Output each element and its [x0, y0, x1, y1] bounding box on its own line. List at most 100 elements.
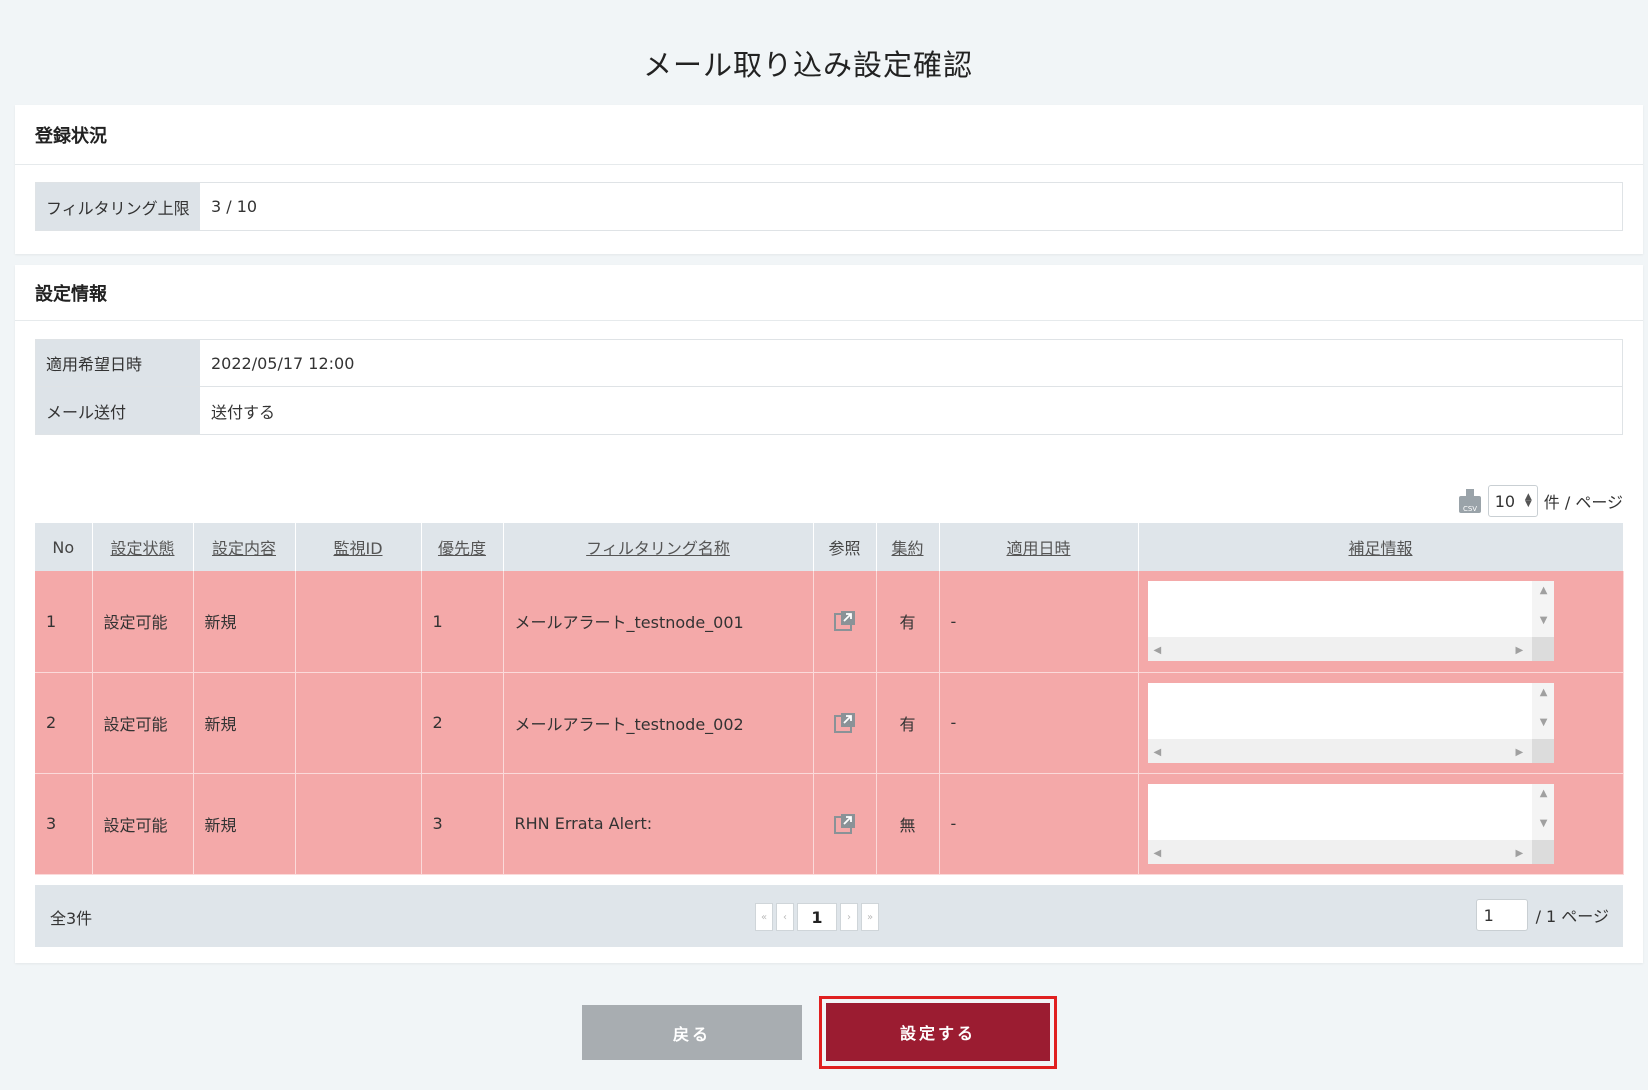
cell-aggregate: 有	[876, 571, 940, 673]
cell-content: 新規	[193, 773, 296, 875]
horizontal-scrollbar[interactable]	[1147, 637, 1532, 662]
cell-note: ▲ ▼ ◀ ▶	[1138, 672, 1624, 774]
open-reference-icon[interactable]	[833, 812, 857, 836]
scroll-up-icon[interactable]: ▲	[1540, 687, 1548, 698]
back-button[interactable]: 戻る	[582, 1005, 802, 1060]
scroll-left-icon[interactable]: ◀	[1154, 747, 1162, 758]
per-page-select[interactable]: 10 ▲ ▼	[1487, 485, 1538, 517]
apply-date-label: 適用希望日時	[36, 340, 200, 386]
table-row: 2 設定可能 新規 2 メールアラート_testnode_002 有 - ▲ ▼…	[35, 672, 1624, 774]
cell-reference	[813, 672, 877, 774]
svg-text:CSV: CSV	[1463, 505, 1477, 513]
scroll-left-icon[interactable]: ◀	[1154, 848, 1162, 859]
kv-row: 適用希望日時 2022/05/17 12:00	[36, 340, 1622, 387]
open-reference-icon[interactable]	[833, 609, 857, 633]
page-total-label: / 1 ページ	[1535, 907, 1609, 926]
scroll-up-icon[interactable]: ▲	[1540, 585, 1548, 596]
col-note-sort[interactable]: 補足情報	[1138, 523, 1624, 571]
settings-grid: No 設定状態 設定内容 監視ID 優先度 フィルタリング名称 参照 集約 適用…	[35, 523, 1624, 875]
cell-note: ▲ ▼ ◀ ▶	[1138, 773, 1624, 875]
current-page[interactable]: 1	[797, 903, 837, 931]
note-textarea[interactable]: ▲ ▼ ◀ ▶	[1147, 783, 1554, 864]
mail-send-value: 送付する	[211, 402, 276, 422]
page-title: メール取り込み設定確認	[642, 48, 973, 82]
cell-apply-date: -	[939, 672, 1139, 774]
scroll-right-icon[interactable]: ▶	[1516, 848, 1524, 859]
mail-send-label: メール送付	[36, 387, 200, 434]
cell-monitor-id	[295, 571, 422, 673]
cell-no: 1	[35, 571, 93, 673]
kv-row: フィルタリング上限 3 / 10	[36, 183, 1622, 230]
cell-content: 新規	[193, 672, 296, 774]
scroll-down-icon[interactable]: ▼	[1540, 717, 1548, 728]
first-page-icon[interactable]: «	[755, 903, 773, 931]
cell-monitor-id	[295, 773, 422, 875]
cell-priority: 3	[421, 773, 504, 875]
cell-filter-name: メールアラート_testnode_002	[503, 672, 814, 774]
col-reference: 参照	[813, 523, 877, 571]
col-no: No	[35, 523, 93, 571]
open-reference-icon[interactable]	[833, 711, 857, 735]
pager-bar: 全3件 « ‹ 1 › » 1 / 1 ページ	[35, 885, 1623, 947]
col-apply-date-sort[interactable]: 適用日時	[939, 523, 1139, 571]
cell-priority: 1	[421, 571, 504, 673]
scroll-left-icon[interactable]: ◀	[1154, 645, 1162, 656]
submit-button[interactable]: 設定する	[826, 1003, 1050, 1061]
kv-row: メール送付 送付する	[36, 387, 1622, 434]
cell-filter-name: RHN Errata Alert:	[503, 773, 814, 875]
grid-header-row: No 設定状態 設定内容 監視ID 優先度 フィルタリング名称 参照 集約 適用…	[35, 523, 1624, 571]
scroll-up-icon[interactable]: ▲	[1540, 788, 1548, 799]
horizontal-scrollbar[interactable]	[1147, 738, 1532, 763]
csv-download-icon[interactable]: CSV	[1458, 488, 1482, 514]
next-page-icon[interactable]: ›	[840, 903, 858, 931]
scroll-corner	[1531, 637, 1554, 662]
scroll-down-icon[interactable]: ▼	[1540, 818, 1548, 829]
cell-aggregate: 無	[876, 773, 940, 875]
select-arrows-icon: ▲ ▼	[1524, 492, 1532, 509]
last-page-icon[interactable]: »	[861, 903, 879, 931]
cell-monitor-id	[295, 672, 422, 774]
apply-date-value: 2022/05/17 12:00	[211, 353, 355, 373]
cell-status: 設定可能	[92, 672, 194, 774]
table-row: 3 設定可能 新規 3 RHN Errata Alert: 無 - ▲ ▼ ◀ …	[35, 773, 1624, 875]
cell-filter-name: メールアラート_testnode_001	[503, 571, 814, 673]
table-toolbar: CSV 10 ▲ ▼ 件 / ページ	[1458, 485, 1623, 517]
pagination: « ‹ 1 › »	[755, 903, 879, 931]
cell-reference	[813, 571, 877, 673]
cell-priority: 2	[421, 672, 504, 774]
filter-limit-label: フィルタリング上限	[36, 183, 200, 230]
col-priority-sort[interactable]: 優先度	[421, 523, 504, 571]
scroll-right-icon[interactable]: ▶	[1516, 747, 1524, 758]
cell-aggregate: 有	[876, 672, 940, 774]
col-aggregate-sort[interactable]: 集約	[876, 523, 940, 571]
cell-reference	[813, 773, 877, 875]
horizontal-scrollbar[interactable]	[1147, 839, 1532, 864]
col-status-sort[interactable]: 設定状態	[92, 523, 194, 571]
settings-info-card: 設定情報 適用希望日時 2022/05/17 12:00 メール送付 送付する …	[15, 265, 1643, 963]
cell-no: 3	[35, 773, 93, 875]
settings-heading: 設定情報	[15, 265, 1643, 321]
cell-status: 設定可能	[92, 773, 194, 875]
col-monitor-id-sort[interactable]: 監視ID	[295, 523, 422, 571]
per-page-suffix: 件 / ページ	[1543, 493, 1623, 512]
table-row: 1 設定可能 新規 1 メールアラート_testnode_001 有 - ▲ ▼…	[35, 571, 1624, 673]
prev-page-icon[interactable]: ‹	[776, 903, 794, 931]
registration-status-card: 登録状況 フィルタリング上限 3 / 10	[15, 105, 1643, 254]
cell-apply-date: -	[939, 571, 1139, 673]
scroll-corner	[1531, 839, 1554, 864]
page-jump: 1 / 1 ページ	[1475, 899, 1609, 931]
col-filter-name-sort[interactable]: フィルタリング名称	[503, 523, 814, 571]
per-page-value: 10	[1494, 491, 1516, 511]
cell-apply-date: -	[939, 773, 1139, 875]
note-textarea[interactable]: ▲ ▼ ◀ ▶	[1147, 682, 1554, 763]
cell-note: ▲ ▼ ◀ ▶	[1138, 571, 1624, 673]
scroll-right-icon[interactable]: ▶	[1516, 645, 1524, 656]
col-content-sort[interactable]: 設定内容	[193, 523, 296, 571]
page-number-input[interactable]: 1	[1475, 899, 1528, 931]
registration-table: フィルタリング上限 3 / 10	[35, 182, 1623, 231]
note-textarea[interactable]: ▲ ▼ ◀ ▶	[1147, 581, 1554, 662]
cell-status: 設定可能	[92, 571, 194, 673]
scroll-down-icon[interactable]: ▼	[1540, 615, 1548, 626]
filter-limit-value: 3 / 10	[211, 197, 258, 216]
cell-content: 新規	[193, 571, 296, 673]
